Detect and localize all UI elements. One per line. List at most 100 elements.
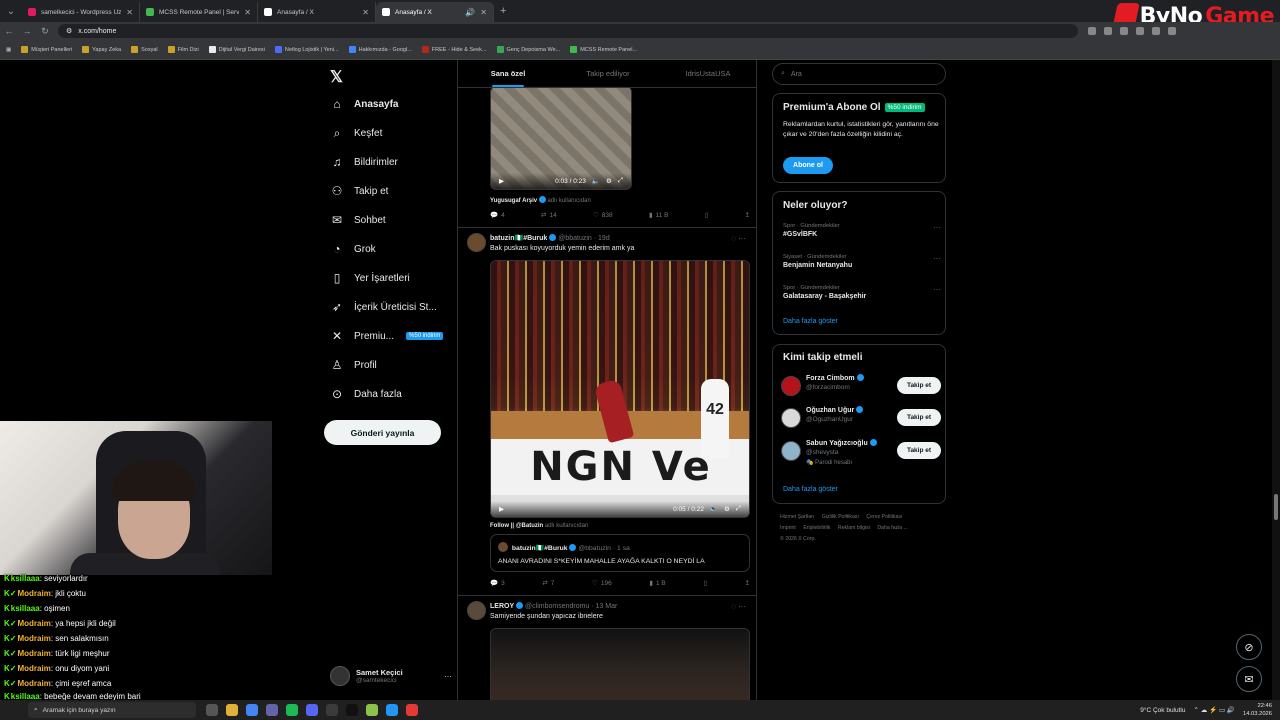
tab-search-icon[interactable]: ⌄	[0, 0, 22, 22]
browser-tab[interactable]: samelkecici - Wordpress Uzman... ✕	[22, 2, 140, 22]
follow-suggestion[interactable]: Sabun Yağızcıoğlu @shevysta 🎭 Parodi hes…	[781, 438, 941, 466]
views-button[interactable]: ▮ 1 B	[649, 579, 665, 588]
play-icon[interactable]: ▶	[499, 505, 504, 513]
app-icon[interactable]	[386, 704, 398, 716]
close-tab-icon[interactable]: ✕	[362, 8, 369, 17]
post-button[interactable]: Gönderi yayınla	[324, 420, 441, 445]
x-app-icon[interactable]	[346, 704, 358, 716]
reply-button[interactable]: 💬 4	[490, 211, 505, 220]
nav-item-notifications[interactable]: ♫ Bildirimler	[330, 151, 398, 173]
footer-link[interactable]: Çerez Politikası	[866, 514, 902, 520]
nav-item-chat[interactable]: ✉ Sohbet	[330, 209, 386, 231]
subscribe-button[interactable]: Abone ol	[783, 157, 833, 174]
reload-icon[interactable]: ↻	[36, 26, 54, 37]
volume-icon[interactable]: 🔈	[592, 177, 600, 185]
url-field[interactable]: ⚙ x.com/home	[58, 24, 1078, 38]
browser-tab[interactable]: Anasayfa / X ✕	[258, 2, 376, 22]
bookmark-item[interactable]: Netlog Lojistik | Yeni...	[274, 46, 339, 53]
browser-tab-active[interactable]: Anasayfa / X 🔊 ✕	[376, 2, 494, 22]
post-author-name[interactable]: batuzin🇳🇬#Buruk	[490, 235, 547, 242]
bookmark-item[interactable]: Yapay Zeka	[82, 46, 121, 53]
post-more-icon[interactable]: ◌ ···	[731, 602, 746, 611]
close-tab-icon[interactable]: ✕	[244, 8, 251, 17]
close-tab-icon[interactable]: ✕	[480, 8, 487, 17]
forward-arrow-icon[interactable]: →	[18, 26, 36, 36]
nav-item-explore[interactable]: ⌕ Keşfet	[330, 122, 383, 144]
tray-icons[interactable]: ⌃ ☁ ⚡ ▭ 🔊	[1193, 706, 1235, 714]
repost-button[interactable]: ⇄ 14	[541, 211, 557, 220]
minecraft-icon[interactable]	[366, 704, 378, 716]
spotify-icon[interactable]	[286, 704, 298, 716]
bookmark-item[interactable]: Dijital Vergi Dairesi	[208, 46, 265, 53]
new-tab-button[interactable]: +	[500, 5, 506, 17]
like-button[interactable]: ♡ 838	[593, 211, 613, 220]
nav-item-grok[interactable]: ◔ Grok	[330, 238, 375, 260]
browser-tab[interactable]: MCSS Remote Panel | Servers ✕	[140, 2, 258, 22]
more-dots-icon[interactable]: ···	[933, 254, 941, 263]
quoted-post[interactable]: batuzin🇳🇬#Buruk @bbatuzin · 1 sa ANANI A…	[490, 534, 750, 572]
repost-button[interactable]: ⇄ 7	[542, 579, 554, 588]
tab-list[interactable]: IdrisUstaUSA	[658, 60, 756, 87]
clock[interactable]: 22:46 14.03.2026	[1243, 702, 1272, 718]
trend-item[interactable]: Spor · Gündemdekiler #GSvİBFK ···	[783, 223, 941, 238]
file-explorer-icon[interactable]	[226, 704, 238, 716]
show-more-link[interactable]: Daha fazla göster	[783, 318, 838, 325]
nav-item-more[interactable]: ⊙ Daha fazla	[330, 383, 402, 405]
site-info-icon[interactable]: ⚙	[66, 27, 72, 35]
messages-float-button[interactable]: ✉	[1236, 666, 1262, 692]
settings-icon[interactable]: ⚙	[724, 505, 730, 513]
obs-icon[interactable]	[406, 704, 418, 716]
bookmark-item[interactable]: Müşteri Panelleri	[21, 46, 72, 53]
fullscreen-icon[interactable]: ⤢	[618, 177, 623, 185]
settings-icon[interactable]: ⚙	[606, 177, 612, 185]
reply-button[interactable]: 💬 3	[490, 579, 505, 588]
extension-icon[interactable]	[1136, 27, 1144, 35]
bookmark-item[interactable]: MCSS Remote Panel...	[570, 46, 637, 53]
video-player[interactable]: NGN Ve 42 ▶ 0:05 / 0:22 🔈 ⚙ ⤢	[490, 260, 750, 518]
star-icon[interactable]	[1104, 27, 1112, 35]
scrollbar[interactable]	[1272, 60, 1280, 700]
show-more-link[interactable]: Daha fazla göster	[783, 486, 838, 493]
grok-float-button[interactable]: ⊘	[1236, 634, 1262, 660]
nav-item-bookmarks[interactable]: ▯ Yer İşaretleri	[330, 267, 410, 289]
profile-icon[interactable]	[1152, 27, 1160, 35]
back-arrow-icon[interactable]: ←	[0, 26, 18, 36]
account-switcher[interactable]: Samet Keçici @samtekecici ···	[330, 666, 452, 686]
share-icon[interactable]: ↥	[745, 211, 750, 219]
app-icon[interactable]	[326, 704, 338, 716]
video-player[interactable]: ▶ 0:03 / 0:23 🔈 ⚙ ⤢	[490, 86, 632, 190]
post-author-name[interactable]: LEROY	[490, 603, 514, 610]
speaker-icon[interactable]: 🔊	[465, 8, 475, 17]
footer-link[interactable]: Hizmet Şartları	[780, 514, 814, 520]
attribution-user[interactable]: Follow || @Batuzin	[490, 523, 543, 529]
taskbar-search[interactable]: ⌕ Aramak için buraya yazın	[28, 702, 196, 718]
footer-link[interactable]: Gizlilik Politikası	[822, 514, 859, 520]
views-button[interactable]: ▮ 11 B	[649, 211, 668, 220]
like-button[interactable]: ♡ 196	[592, 579, 612, 588]
bookmark-button[interactable]: ▯	[705, 211, 709, 219]
footer-link[interactable]: Erişilebilirlik	[803, 525, 830, 531]
more-dots-icon[interactable]: ···	[933, 285, 941, 294]
nav-item-profile[interactable]: ♙ Profil	[330, 354, 377, 376]
follow-suggestion[interactable]: Forza Cimbom @forzacimbom Takip et	[781, 373, 941, 399]
nav-item-premium[interactable]: ✕ Premiu... %50 indirim	[330, 325, 444, 347]
bookmark-item[interactable]: Sosyal	[131, 46, 158, 53]
extension-icon[interactable]	[1120, 27, 1128, 35]
bookmark-item[interactable]: Genç Depoisma We...	[496, 46, 560, 53]
bookmark-item[interactable]: Film Dizi	[167, 46, 199, 53]
attribution-user[interactable]: Yugusugaf Arşiv	[490, 198, 537, 204]
footer-link[interactable]: Reklam bilgisi	[838, 525, 870, 531]
nav-item-follow[interactable]: ⚇ Takip et	[330, 180, 389, 202]
menu-icon[interactable]	[1168, 27, 1176, 35]
trend-item[interactable]: Spor · Gündemdekiler Galatasaray - Başak…	[783, 285, 941, 300]
footer-link[interactable]: Imprint	[780, 525, 796, 531]
search-input[interactable]: ⌕ Ara	[772, 63, 946, 85]
nav-item-home[interactable]: ⌂ Anasayfa	[330, 93, 398, 115]
chrome-icon[interactable]	[246, 704, 258, 716]
volume-icon[interactable]: 🔈	[710, 505, 718, 513]
avatar[interactable]	[467, 233, 486, 252]
avatar[interactable]	[467, 601, 486, 620]
task-view-icon[interactable]	[206, 704, 218, 716]
video-player[interactable]	[490, 628, 750, 700]
scrollbar-thumb[interactable]	[1274, 494, 1278, 520]
